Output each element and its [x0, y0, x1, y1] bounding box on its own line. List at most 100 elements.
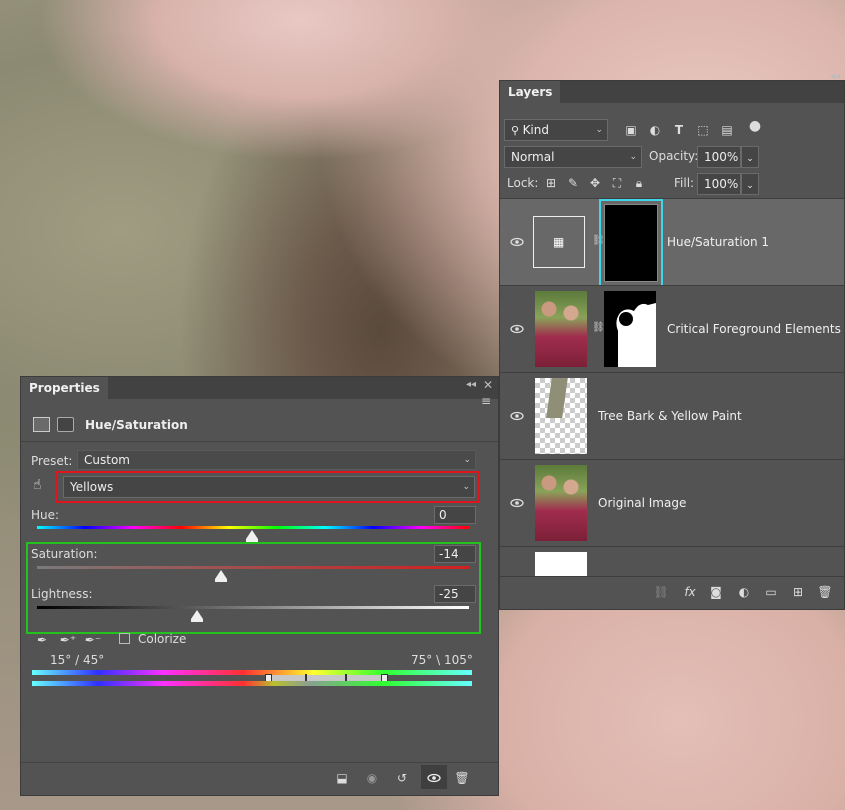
trash-icon[interactable]: 🗑︎: [453, 769, 471, 787]
channel-dropdown[interactable]: Yellows ⌄: [63, 476, 475, 498]
eye-icon[interactable]: [427, 771, 441, 785]
adjustment-mode-icon[interactable]: [33, 417, 50, 432]
panel-menu-icon[interactable]: ≡: [481, 394, 491, 408]
preset-dropdown[interactable]: Custom ⌄: [77, 450, 476, 470]
filter-smartobject-icon[interactable]: ▤: [718, 121, 736, 139]
layer-name: Critical Foreground Elements: [667, 322, 841, 336]
filter-pixel-icon[interactable]: ▣: [622, 121, 640, 139]
opacity-label: Opacity:: [649, 149, 699, 163]
lightness-label: Lightness:: [31, 587, 93, 601]
colorize-label: Colorize: [138, 632, 187, 646]
saturation-slider-knob[interactable]: [215, 570, 227, 582]
lock-image-icon[interactable]: ✎: [564, 174, 582, 192]
properties-panel: Properties ◂◂ ✕ ≡ Hue/Saturation Preset:…: [20, 376, 499, 796]
layer-row-critical-foreground[interactable]: ⛓ Critical Foreground Elements: [500, 285, 844, 372]
new-group-icon[interactable]: ▭: [762, 583, 780, 601]
adjustment-layer-thumbnail: ▦: [533, 216, 585, 268]
saturation-value-field[interactable]: -14: [434, 545, 476, 563]
filter-type-icon[interactable]: T: [670, 121, 688, 139]
trash-icon[interactable]: 🗑︎: [816, 583, 834, 601]
layer-row-hue-saturation[interactable]: ▦ ⛓ Hue/Saturation 1: [500, 198, 844, 287]
preset-value: Custom: [84, 453, 130, 467]
eyedropper-subtract-icon[interactable]: ✒⁻: [84, 631, 102, 649]
mask-mode-icon[interactable]: [57, 417, 74, 432]
fill-field[interactable]: 100%: [697, 173, 741, 195]
filter-shape-icon[interactable]: ⬚: [694, 121, 712, 139]
collapse-icon[interactable]: ◂◂: [830, 71, 840, 82]
white-background-thumbnail: [535, 552, 587, 579]
layer-name: Tree Bark & Yellow Paint: [598, 409, 742, 423]
lightness-slider-track[interactable]: [37, 606, 469, 609]
colorize-checkbox[interactable]: [119, 633, 130, 644]
filter-adjustment-icon[interactable]: ◐: [646, 121, 664, 139]
lock-artboard-icon[interactable]: ⛶: [608, 174, 626, 192]
silhouette-mask-shape: [616, 303, 656, 367]
reset-icon[interactable]: ↺: [393, 769, 411, 787]
blend-mode-value: Normal: [511, 150, 555, 164]
tree-bark-shape: [546, 378, 568, 418]
layer-mask-thumbnail-selected[interactable]: [599, 199, 663, 287]
filter-toggle-icon[interactable]: ●: [746, 117, 764, 135]
opacity-value: 100%: [704, 150, 739, 164]
eyedropper-icon[interactable]: ✒: [33, 631, 51, 649]
fill-value: 100%: [704, 177, 739, 191]
color-bar-bottom: [32, 681, 472, 686]
adjustment-title: Hue/Saturation: [85, 418, 188, 432]
opacity-dropdown-button[interactable]: ⌄: [741, 146, 759, 168]
close-icon[interactable]: ✕: [483, 378, 493, 392]
lightness-slider-knob[interactable]: [191, 610, 203, 622]
blend-mode-dropdown[interactable]: Normal ⌄: [504, 146, 642, 168]
chevron-down-icon: ⌄: [462, 482, 470, 492]
eye-icon[interactable]: [510, 496, 524, 510]
layers-panel: Layers ◂◂ ⚲ Kind ⌄ ▣ ◐ T ⬚ ▤ ● Normal ⌄ …: [499, 71, 845, 610]
filter-kind-value: Kind: [522, 123, 549, 137]
hue-label: Hue:: [31, 508, 60, 522]
link-icon[interactable]: ⛓: [592, 322, 605, 333]
new-adjustment-icon[interactable]: ◐: [735, 583, 753, 601]
eyedropper-add-icon[interactable]: ✒⁺: [59, 631, 77, 649]
saturation-slider-track[interactable]: [37, 566, 469, 569]
range-right-readout: 75° \ 105°: [411, 653, 473, 667]
hue-slider-track[interactable]: [37, 526, 469, 529]
layers-tab-bar: Layers: [500, 81, 844, 103]
divider: [21, 441, 498, 442]
couple-photo-thumbnail: [535, 465, 587, 541]
couple-photo-thumbnail: [535, 291, 587, 367]
view-previous-icon[interactable]: ◉: [363, 769, 381, 787]
layer-row-background[interactable]: [500, 546, 844, 579]
tab-layers[interactable]: Layers: [500, 81, 561, 103]
lightness-value-field[interactable]: -25: [434, 585, 476, 603]
lock-transparent-icon[interactable]: ⊞: [542, 174, 560, 192]
lock-label: Lock:: [507, 176, 539, 190]
black-mask: [604, 204, 658, 282]
new-layer-icon[interactable]: ⊞: [789, 583, 807, 601]
filter-kind-dropdown[interactable]: ⚲ Kind ⌄: [504, 119, 608, 141]
tab-properties[interactable]: Properties: [21, 377, 108, 399]
link-layers-icon[interactable]: ⛓: [652, 583, 670, 601]
properties-tab-bar: Properties ◂◂ ✕: [21, 377, 498, 399]
add-mask-icon[interactable]: ◙: [707, 583, 725, 601]
targeted-adjustment-hand-icon[interactable]: ☝: [33, 477, 42, 493]
clip-to-layer-icon[interactable]: ⬓: [333, 769, 351, 787]
hue-slider-knob[interactable]: [246, 530, 258, 542]
opacity-field[interactable]: 100%: [697, 146, 741, 168]
layer-mask-thumbnail[interactable]: [604, 291, 656, 367]
layer-name: Original Image: [598, 496, 687, 510]
fill-dropdown-button[interactable]: ⌄: [741, 173, 759, 195]
layer-row-original-image[interactable]: Original Image: [500, 459, 844, 546]
transparent-layer-thumbnail: [535, 378, 587, 454]
chevron-down-icon: ⌄: [463, 455, 471, 465]
color-bar-top: [32, 670, 472, 675]
chevron-down-icon: ⌄: [746, 181, 754, 191]
lock-position-icon[interactable]: ✥: [586, 174, 604, 192]
eye-icon[interactable]: [510, 322, 524, 336]
collapse-icon[interactable]: ◂◂: [466, 379, 476, 390]
hue-value-field[interactable]: 0: [434, 506, 476, 524]
eye-icon[interactable]: [510, 235, 524, 249]
range-left-readout: 15° / 45°: [50, 653, 105, 667]
fx-icon[interactable]: fx: [681, 583, 699, 601]
lock-all-icon[interactable]: 🔒︎: [630, 174, 648, 192]
channel-value: Yellows: [70, 480, 114, 494]
layer-row-tree-bark[interactable]: Tree Bark & Yellow Paint: [500, 372, 844, 459]
eye-icon[interactable]: [510, 409, 524, 423]
